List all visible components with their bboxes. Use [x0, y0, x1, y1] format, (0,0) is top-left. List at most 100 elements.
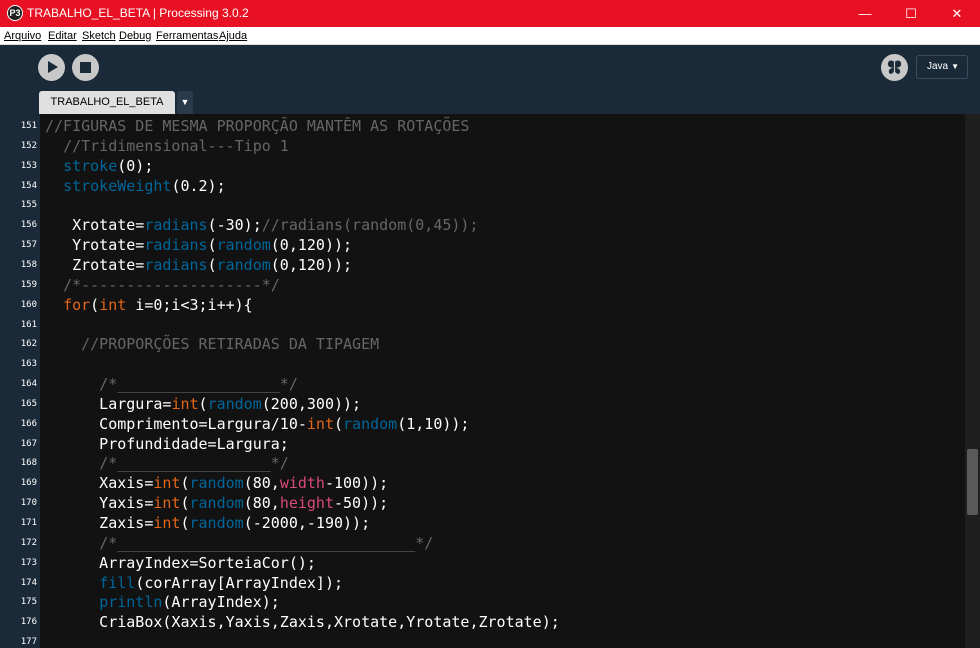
maximize-button[interactable]: ☐	[888, 0, 934, 27]
code-token: random	[343, 414, 398, 433]
code-token: int	[171, 394, 199, 413]
code-token: radians	[144, 216, 208, 235]
code-token: (0.2);	[171, 176, 226, 195]
line-number: 165	[20, 398, 37, 409]
line-number: 176	[20, 617, 37, 628]
menu-bar: Arquivo Editar Sketch Debug Ferramentas …	[0, 27, 980, 45]
line-number: 158	[20, 259, 37, 270]
tab-menu-button[interactable]: ▼	[177, 91, 193, 114]
line-number: 157	[20, 240, 37, 251]
code-token: /*_________________*/	[99, 454, 289, 473]
code-line: /*--------------------*/	[45, 275, 280, 295]
debug-button[interactable]	[881, 54, 908, 81]
code-token: //FIGURAS DE MESMA PROPORÇÃO MANTÊM AS R…	[45, 117, 470, 135]
code-line: Comprimento=Largura/10-int(random(1,10))…	[45, 414, 469, 434]
line-number: 151	[20, 121, 37, 131]
code-token: /*--------------------*/	[63, 275, 280, 294]
code-token: (	[180, 474, 190, 493]
code-line: fill(corArray[ArrayIndex]);	[45, 573, 343, 593]
code-line: Xrotate=radians(-30);//radians(random(0,…	[45, 215, 478, 235]
line-number: 171	[20, 518, 37, 528]
code-token: random	[189, 474, 244, 493]
line-number: 166	[20, 418, 37, 429]
code-line: strokeWeight(0.2);	[45, 176, 226, 196]
code-token: Xaxis=	[45, 474, 154, 493]
code-token: (0,120));	[270, 255, 353, 274]
code-token: ArrayIndex=SorteiaCor();	[45, 553, 316, 572]
code-token: i=0;i<3;i++){	[126, 295, 253, 314]
code-line: Zaxis=int(random(-2000,-190));	[45, 513, 370, 533]
code-line: Xaxis=int(random(80,width-100));	[45, 473, 388, 493]
code-token: (	[180, 514, 190, 532]
line-number: 174	[20, 577, 37, 588]
code-token: strokeWeight	[63, 176, 172, 195]
code-line: Profundidade=Largura;	[45, 434, 289, 454]
code-token: (ArrayIndex);	[162, 593, 280, 612]
butterfly-icon	[887, 60, 902, 74]
code-token: (0);	[117, 156, 154, 175]
play-icon	[48, 61, 58, 73]
toolbar: Java ▼	[0, 45, 980, 90]
line-number: 167	[20, 438, 37, 449]
code-token: //Tridimensional---Tipo 1	[63, 136, 289, 155]
line-number: 168	[20, 458, 37, 469]
run-button[interactable]	[38, 54, 65, 81]
menu-sketch[interactable]: Sketch	[82, 27, 116, 45]
vertical-scrollbar[interactable]	[965, 114, 980, 648]
code-line: println(ArrayIndex);	[45, 592, 280, 612]
line-number: 153	[20, 160, 37, 171]
code-token: int	[99, 295, 127, 314]
mode-selector[interactable]: Java ▼	[916, 55, 968, 79]
line-number: 162	[20, 339, 37, 350]
code-token: int	[153, 494, 181, 513]
code-token: (	[207, 236, 217, 255]
code-token: stroke	[63, 156, 118, 175]
code-token: /*__________________*/	[99, 375, 298, 394]
code-line: //Tridimensional---Tipo 1	[45, 136, 289, 156]
line-number: 155	[20, 200, 37, 211]
code-line: /*_________________*/	[45, 453, 289, 473]
code-token: random	[189, 514, 244, 532]
code-token: CriaBox(Xaxis,Yaxis,Zaxis,Xrotate,Yrotat…	[45, 613, 560, 632]
code-token: height	[279, 494, 334, 513]
code-token: (80,	[243, 494, 280, 513]
code-token: (200,300));	[261, 394, 362, 413]
minimize-button[interactable]: —	[842, 0, 888, 27]
close-button[interactable]: ✕	[934, 0, 980, 27]
code-token: for	[63, 295, 91, 314]
code-token: (	[198, 394, 208, 413]
line-number: 172	[20, 537, 37, 548]
code-token: random	[216, 236, 271, 255]
line-number: 169	[20, 478, 37, 489]
code-line: CriaBox(Xaxis,Yaxis,Zaxis,Xrotate,Yrotat…	[45, 612, 560, 632]
code-line: Yrotate=radians(random(0,120));	[45, 235, 352, 255]
menu-editar[interactable]: Editar	[48, 27, 77, 45]
stop-button[interactable]	[72, 54, 99, 81]
menu-ajuda[interactable]: Ajuda	[219, 27, 247, 45]
code-token: random	[207, 394, 262, 413]
menu-debug[interactable]: Debug	[119, 27, 151, 45]
stop-icon	[80, 62, 91, 73]
code-line: for(int i=0;i<3;i++){	[45, 295, 253, 315]
menu-arquivo[interactable]: Arquivo	[4, 27, 41, 45]
tab-trabalho-el-beta[interactable]: TRABALHO_EL_BETA	[39, 91, 175, 114]
code-line: stroke(0);	[45, 156, 153, 176]
menu-ferramentas[interactable]: Ferramentas	[156, 27, 218, 45]
code-text-area[interactable]: //FIGURAS DE MESMA PROPORÇÃO MANTÊM AS R…	[40, 114, 965, 648]
line-number: 161	[20, 319, 37, 330]
window-title: TRABALHO_EL_BETA | Processing 3.0.2	[27, 6, 249, 20]
code-token: (1,10));	[397, 414, 470, 433]
code-token: random	[189, 494, 244, 513]
code-line: Zrotate=radians(random(0,120));	[45, 255, 352, 275]
code-line: //PROPORÇÕES RETIRADAS DA TIPAGEM	[45, 334, 379, 354]
tab-bar: TRABALHO_EL_BETA ▼	[0, 90, 980, 114]
scrollbar-thumb[interactable]	[967, 449, 978, 515]
code-token: Profundidade=Largura;	[45, 434, 289, 453]
